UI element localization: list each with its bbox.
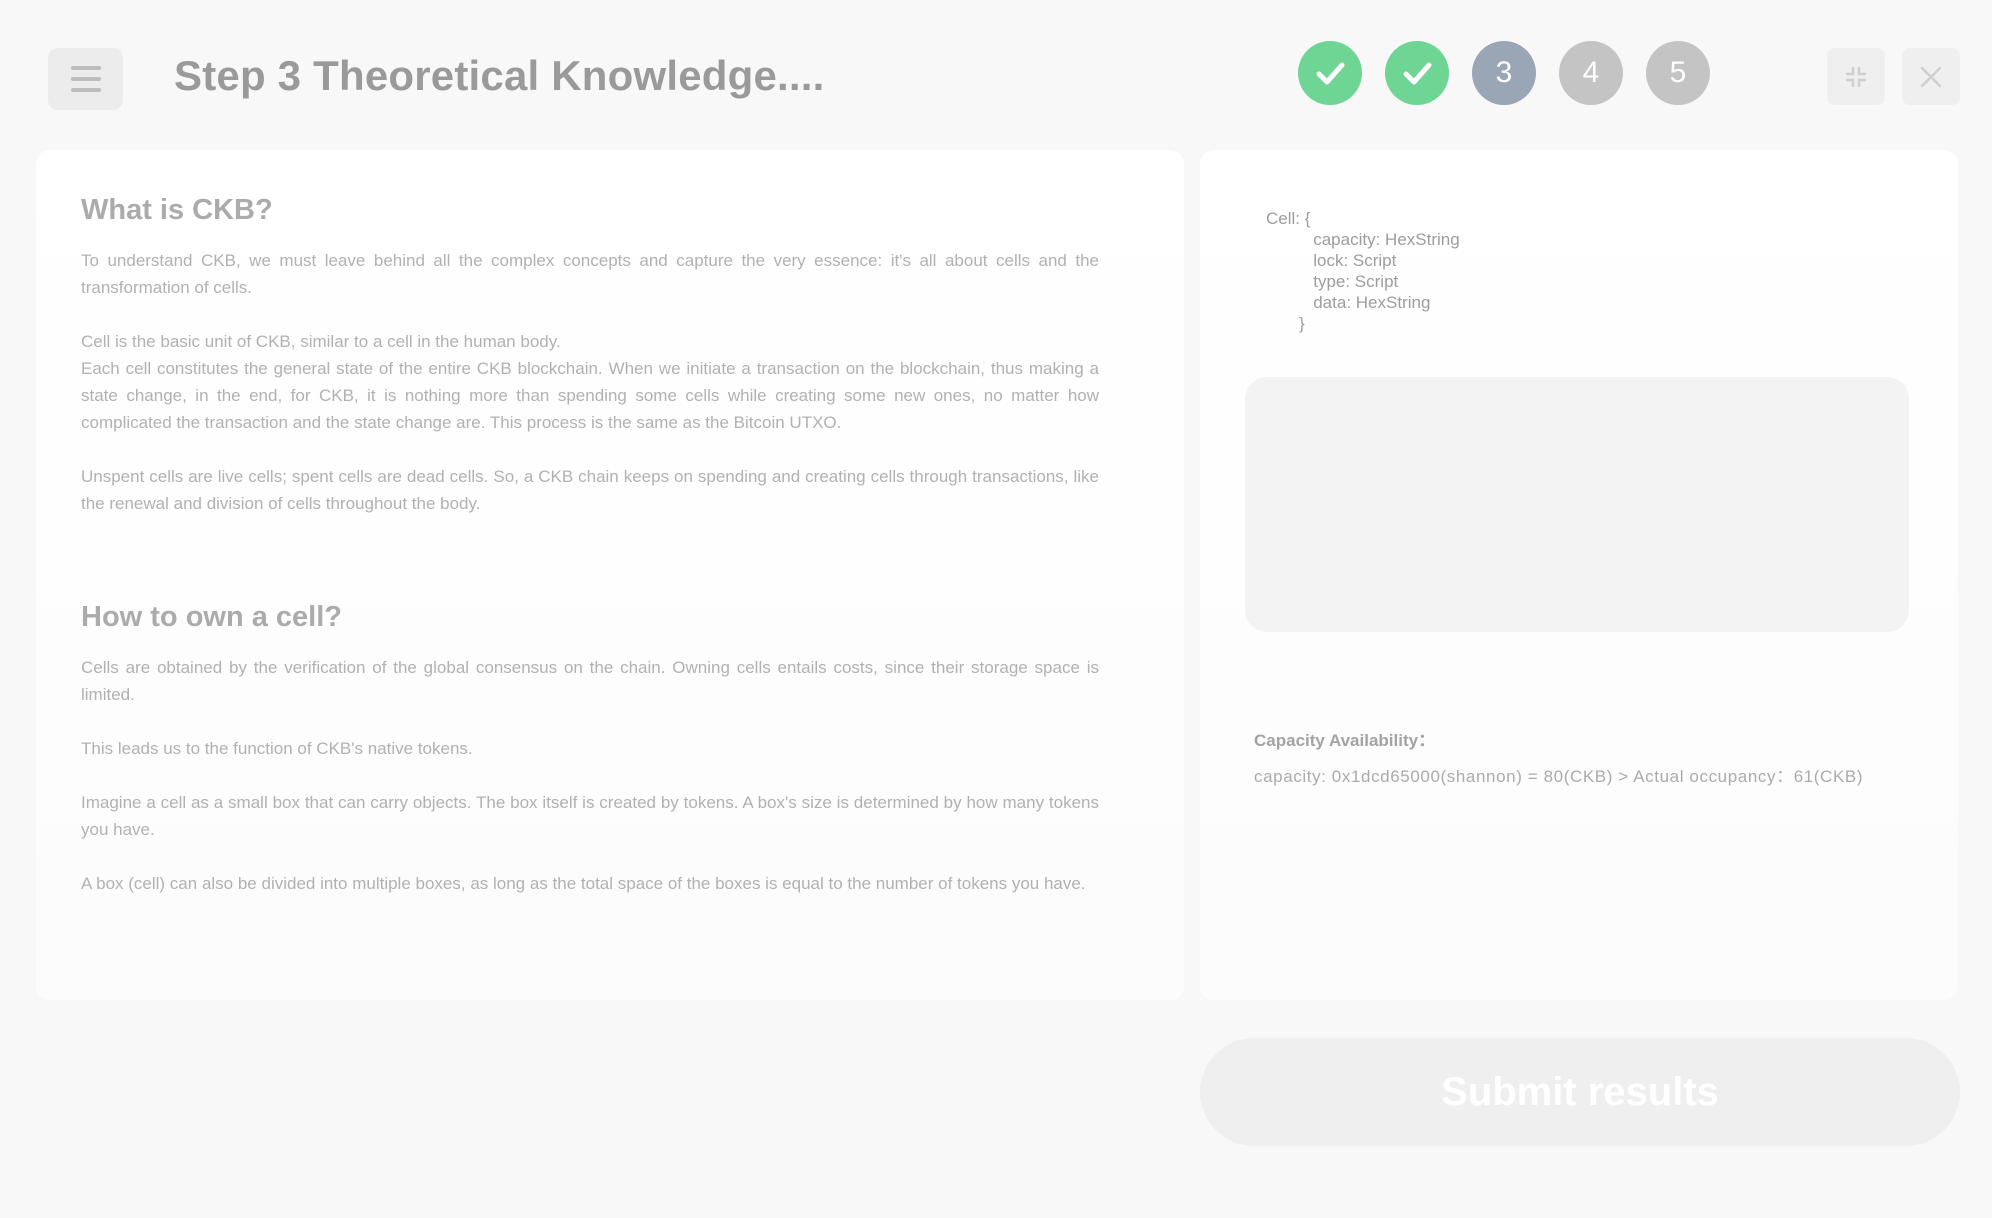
- exercise-panel: Cell: { capacity: HexString lock: Script…: [1200, 150, 1958, 1000]
- paragraph: Unspent cells are live cells; spent cell…: [81, 467, 1099, 513]
- page-title: Step 3 Theoretical Knowledge....: [174, 52, 825, 99]
- paragraph: Imagine a cell as a small box that can c…: [81, 793, 1099, 839]
- paragraph: This leads us to the function of CKB's n…: [81, 739, 473, 758]
- collapse-button[interactable]: [1827, 48, 1885, 105]
- close-icon: [1920, 66, 1942, 87]
- header: Step 3 Theoretical Knowledge.... 3 4 5: [0, 0, 1992, 150]
- capacity-title: Capacity Availability：: [1254, 731, 1436, 750]
- paragraph: Cells are obtained by the verification o…: [81, 658, 1099, 704]
- step-indicator: 3 4 5: [1298, 41, 1710, 105]
- step-1-complete[interactable]: [1298, 41, 1362, 105]
- paragraph: To understand CKB, we must leave behind …: [81, 251, 1099, 297]
- capacity-result: capacity: 0x1dcd65000(shannon) = 80(CKB)…: [1254, 767, 1864, 786]
- close-button[interactable]: [1902, 48, 1960, 105]
- step-2-complete[interactable]: [1385, 41, 1449, 105]
- cell-structure-code: Cell: { capacity: HexString lock: Script…: [1266, 209, 1460, 333]
- hamburger-icon-bar: [70, 77, 101, 81]
- hamburger-icon-bar: [70, 66, 101, 70]
- collapse-icon: [1846, 66, 1866, 87]
- section-title-own-a-cell: How to own a cell?: [81, 601, 343, 633]
- submit-button[interactable]: Submit results: [1200, 1038, 1960, 1146]
- hamburger-icon-bar: [70, 88, 101, 92]
- menu-button[interactable]: [48, 48, 123, 110]
- step-3-current[interactable]: 3: [1472, 41, 1536, 105]
- step-5[interactable]: 5: [1646, 41, 1710, 105]
- section-title-what-is-ckb: What is CKB?: [81, 194, 273, 226]
- answer-box[interactable]: [1245, 377, 1909, 632]
- step-4[interactable]: 4: [1559, 41, 1623, 105]
- check-icon: [1316, 62, 1345, 85]
- paragraph: Cell is the basic unit of CKB, similar t…: [81, 332, 561, 351]
- knowledge-panel: What is CKB? To understand CKB, we must …: [36, 150, 1184, 1000]
- paragraph: A box (cell) can also be divided into mu…: [81, 874, 1086, 893]
- check-icon: [1403, 62, 1432, 85]
- paragraph: Each cell constitutes the general state …: [81, 359, 1099, 432]
